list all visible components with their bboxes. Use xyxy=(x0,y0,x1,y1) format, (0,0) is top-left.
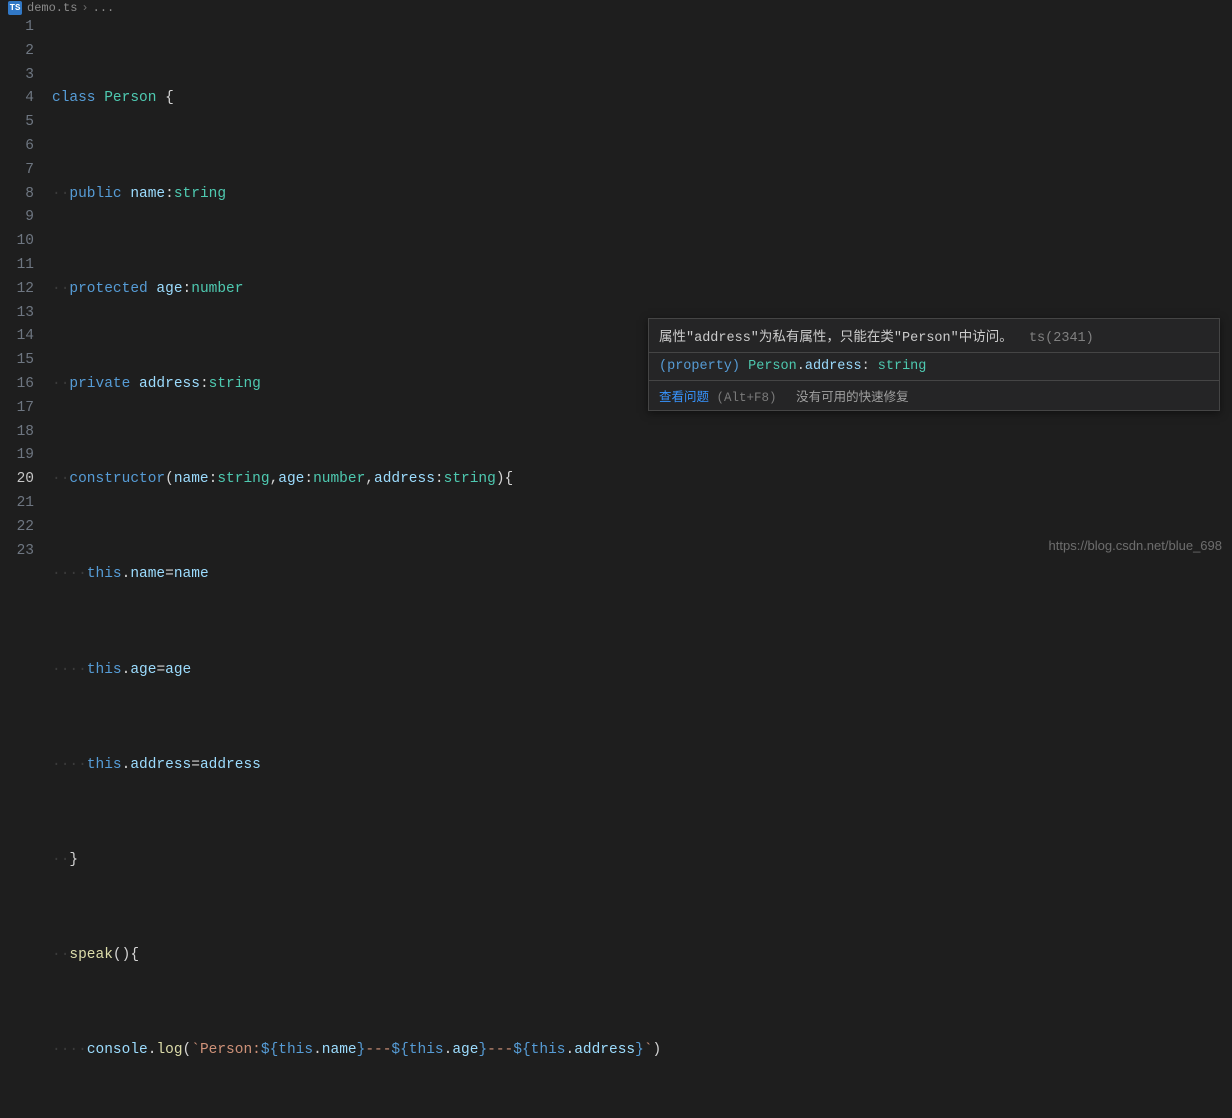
line-number: 12 xyxy=(0,278,34,302)
no-quick-fix-label: 没有可用的快速修复 xyxy=(796,391,909,405)
line-number: 6 xyxy=(0,135,34,159)
code-line[interactable]: ··speak(){ xyxy=(52,944,1232,968)
line-number: 20 xyxy=(0,468,34,492)
breadcrumb-ellipsis[interactable]: ... xyxy=(93,1,115,15)
code-line[interactable]: ····this.name=name xyxy=(52,563,1232,587)
code-line[interactable]: class Person { xyxy=(52,87,1232,111)
line-number: 3 xyxy=(0,64,34,88)
hover-tooltip[interactable]: 属性"address"为私有属性，只能在类"Person"中访问。 ts(234… xyxy=(648,318,1220,411)
line-number: 11 xyxy=(0,254,34,278)
line-number: 16 xyxy=(0,373,34,397)
hover-signature: (property) Person.address: string xyxy=(649,352,1219,380)
line-number-gutter: 1234567891011121314151617181920212223 xyxy=(0,16,52,1118)
peek-problem-link[interactable]: 查看问题 (Alt+F8) xyxy=(659,391,784,405)
line-number: 13 xyxy=(0,302,34,326)
typescript-file-icon: TS xyxy=(8,1,22,15)
line-number: 8 xyxy=(0,183,34,207)
line-number: 22 xyxy=(0,516,34,540)
code-line[interactable]: ··public name:string xyxy=(52,183,1232,207)
code-editor[interactable]: 1234567891011121314151617181920212223 cl… xyxy=(0,16,1232,1118)
line-number: 7 xyxy=(0,159,34,183)
line-number: 4 xyxy=(0,87,34,111)
line-number: 18 xyxy=(0,421,34,445)
line-number: 17 xyxy=(0,397,34,421)
line-number: 19 xyxy=(0,444,34,468)
code-area[interactable]: class Person { ··public name:string ··pr… xyxy=(52,16,1232,1118)
code-line[interactable]: ··constructor(name:string,age:number,add… xyxy=(52,468,1232,492)
line-number: 14 xyxy=(0,325,34,349)
code-line[interactable]: ··} xyxy=(52,849,1232,873)
line-number: 10 xyxy=(0,230,34,254)
line-number: 9 xyxy=(0,206,34,230)
hover-actions: 查看问题 (Alt+F8) 没有可用的快速修复 xyxy=(649,380,1219,410)
breadcrumb-filename[interactable]: demo.ts xyxy=(27,1,77,15)
line-number: 15 xyxy=(0,349,34,373)
line-number: 5 xyxy=(0,111,34,135)
hover-error-message: 属性"address"为私有属性，只能在类"Person"中访问。 ts(234… xyxy=(649,319,1219,352)
line-number: 1 xyxy=(0,16,34,40)
chevron-right-icon: › xyxy=(81,1,88,15)
line-number: 21 xyxy=(0,492,34,516)
breadcrumb[interactable]: TS demo.ts › ... xyxy=(0,0,1232,16)
line-number: 2 xyxy=(0,40,34,64)
line-number: 23 xyxy=(0,540,34,564)
code-line[interactable]: ····console.log(`Person:${this.name}---$… xyxy=(52,1039,1232,1063)
code-line[interactable]: ····this.age=age xyxy=(52,659,1232,683)
watermark: https://blog.csdn.net/blue_698 xyxy=(1049,538,1222,553)
code-line[interactable]: ····this.address=address xyxy=(52,754,1232,778)
hover-error-code: ts(2341) xyxy=(1029,331,1094,346)
code-line[interactable]: ··protected age:number xyxy=(52,278,1232,302)
